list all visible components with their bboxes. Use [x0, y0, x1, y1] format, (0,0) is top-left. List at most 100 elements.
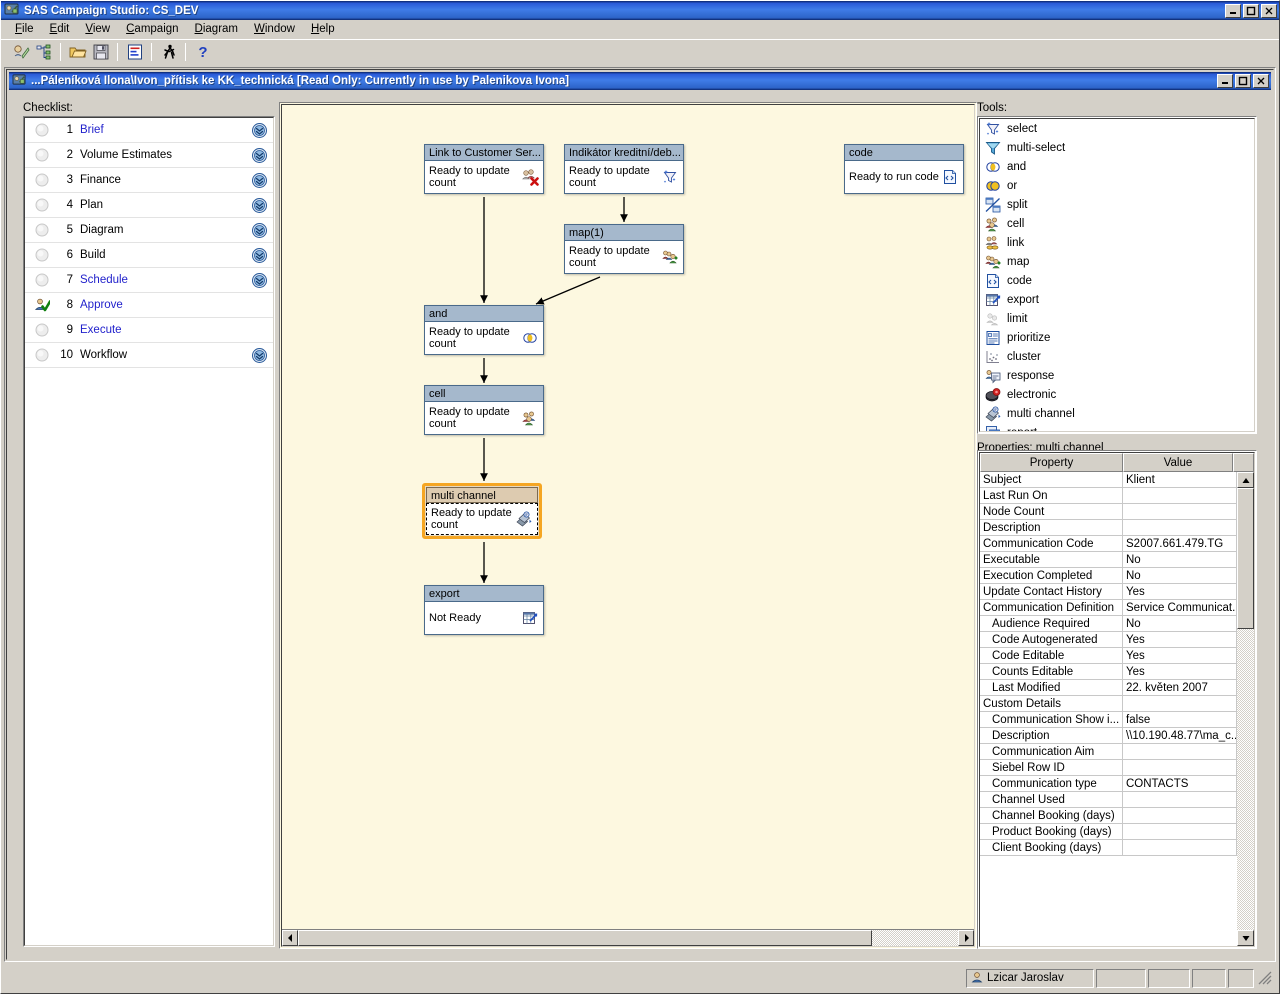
tool-item-select[interactable]: select: [980, 119, 1254, 138]
child-maximize-button[interactable]: [1235, 74, 1251, 88]
property-value[interactable]: S2007.661.479.TG: [1123, 536, 1237, 551]
property-row[interactable]: Communication Code S2007.661.479.TG: [980, 536, 1237, 552]
open-folder-icon[interactable]: [66, 41, 89, 63]
checklist-item-schedule[interactable]: 7 Schedule: [25, 268, 273, 293]
diagram-node-mchan[interactable]: multi channel Ready to update count: [422, 483, 542, 539]
property-value[interactable]: [1123, 488, 1237, 503]
checklist-item-plan[interactable]: 4 Plan: [25, 193, 273, 218]
diagram-node-map1[interactable]: map(1) Ready to update count: [564, 224, 684, 274]
property-row[interactable]: Audience Required No: [980, 616, 1237, 632]
property-row[interactable]: Code Autogenerated Yes: [980, 632, 1237, 648]
property-row[interactable]: Last Run On: [980, 488, 1237, 504]
property-row[interactable]: Description \\10.190.48.77\ma_c...: [980, 728, 1237, 744]
menu-window[interactable]: Window: [246, 21, 303, 37]
column-header-value[interactable]: Value: [1123, 453, 1233, 472]
tool-item-cluster[interactable]: cluster: [980, 347, 1254, 366]
scroll-up-arrow-icon[interactable]: [1237, 472, 1254, 488]
properties-icon[interactable]: [123, 41, 146, 63]
maximize-button[interactable]: [1243, 3, 1259, 18]
property-value[interactable]: Service Communicat...: [1123, 600, 1237, 615]
menu-help[interactable]: Help: [303, 21, 343, 37]
property-value[interactable]: CONTACTS: [1123, 776, 1237, 791]
property-row[interactable]: Code Editable Yes: [980, 648, 1237, 664]
properties-vscrollbar[interactable]: [1237, 472, 1254, 946]
menu-campaign[interactable]: Campaign: [118, 21, 186, 37]
save-icon[interactable]: [89, 41, 112, 63]
property-value[interactable]: [1123, 744, 1237, 759]
property-value[interactable]: [1123, 840, 1237, 855]
diagram-node-link[interactable]: Link to Customer Ser... Ready to update c…: [424, 144, 544, 194]
property-row[interactable]: Counts Editable Yes: [980, 664, 1237, 680]
tool-item-code[interactable]: code: [980, 271, 1254, 290]
scroll-down-arrow-icon[interactable]: [1237, 930, 1254, 946]
checklist-item-finance[interactable]: 3 Finance: [25, 168, 273, 193]
tool-item-link[interactable]: link: [980, 233, 1254, 252]
tool-item-report[interactable]: report: [980, 423, 1254, 431]
property-value[interactable]: [1123, 760, 1237, 775]
tool-item-cell[interactable]: cell: [980, 214, 1254, 233]
diagram-hscrollbar[interactable]: [282, 929, 974, 946]
child-minimize-button[interactable]: [1217, 74, 1233, 88]
property-row[interactable]: Update Contact History Yes: [980, 584, 1237, 600]
property-row[interactable]: Subject Klient: [980, 472, 1237, 488]
property-value[interactable]: Yes: [1123, 648, 1237, 663]
tool-item-prioritize[interactable]: prioritize: [980, 328, 1254, 347]
tool-item-map[interactable]: map: [980, 252, 1254, 271]
property-value[interactable]: Yes: [1123, 632, 1237, 647]
chevron-down-icon[interactable]: [250, 122, 268, 138]
checklist-item-diagram[interactable]: 5 Diagram: [25, 218, 273, 243]
checklist-item-volume-estimates[interactable]: 2 Volume Estimates: [25, 143, 273, 168]
property-row[interactable]: Client Booking (days): [980, 840, 1237, 856]
checklist-item-brief[interactable]: 1 Brief: [25, 118, 273, 143]
checklist-item-label[interactable]: Schedule: [80, 274, 250, 286]
property-row[interactable]: Channel Booking (days): [980, 808, 1237, 824]
tool-item-multi-select[interactable]: multi-select: [980, 138, 1254, 157]
tool-item-or[interactable]: or: [980, 176, 1254, 195]
chevron-down-icon[interactable]: [250, 247, 268, 263]
properties-table[interactable]: Subject Klient Last Run On Node Count Descri…: [980, 472, 1237, 946]
checklist-item-label[interactable]: Approve: [80, 299, 250, 311]
property-row[interactable]: Product Booking (days): [980, 824, 1237, 840]
checklist-list[interactable]: 1 Brief 2 Volume Estimates 3 Finance 4 Plan 5 Dia…: [24, 117, 274, 946]
diagram-node-export[interactable]: export Not Ready: [424, 585, 544, 635]
tool-item-electronic[interactable]: electronic: [980, 385, 1254, 404]
property-row[interactable]: Last Modified 22. květen 2007: [980, 680, 1237, 696]
chevron-down-icon[interactable]: [250, 347, 268, 363]
chevron-down-icon[interactable]: [250, 147, 268, 163]
property-value[interactable]: Klient: [1123, 472, 1237, 487]
property-value[interactable]: No: [1123, 568, 1237, 583]
property-row[interactable]: Communication Definition Service Communic…: [980, 600, 1237, 616]
help-icon[interactable]: ?: [191, 41, 214, 63]
checklist-item-label[interactable]: Execute: [80, 324, 250, 336]
scroll-right-arrow-icon[interactable]: [958, 930, 974, 946]
property-value[interactable]: false: [1123, 712, 1237, 727]
tool-item-export[interactable]: export: [980, 290, 1254, 309]
property-value[interactable]: 22. květen 2007: [1123, 680, 1237, 695]
property-row[interactable]: Executable No: [980, 552, 1237, 568]
diagram-node-code[interactable]: code Ready to run code: [844, 144, 964, 194]
tool-item-split[interactable]: split: [980, 195, 1254, 214]
tool-item-multi-channel[interactable]: multi channel: [980, 404, 1254, 423]
resize-grip-icon[interactable]: [1258, 971, 1272, 985]
chevron-down-icon[interactable]: [250, 272, 268, 288]
tools-list[interactable]: select multi-select and or split cell link map c…: [979, 118, 1255, 432]
menu-file[interactable]: File: [7, 21, 42, 37]
property-value[interactable]: [1123, 520, 1237, 535]
property-value[interactable]: Yes: [1123, 584, 1237, 599]
tool-item-response[interactable]: response: [980, 366, 1254, 385]
property-value[interactable]: No: [1123, 552, 1237, 567]
new-campaign-icon[interactable]: [9, 41, 32, 63]
tool-item-limit[interactable]: limit: [980, 309, 1254, 328]
property-value[interactable]: No: [1123, 616, 1237, 631]
property-row[interactable]: Description: [980, 520, 1237, 536]
tool-item-and[interactable]: and: [980, 157, 1254, 176]
property-row[interactable]: Execution Completed No: [980, 568, 1237, 584]
chevron-down-icon[interactable]: [250, 197, 268, 213]
property-row[interactable]: Custom Details: [980, 696, 1237, 712]
property-row[interactable]: Channel Used: [980, 792, 1237, 808]
checklist-item-build[interactable]: 6 Build: [25, 243, 273, 268]
menu-view[interactable]: View: [77, 21, 118, 37]
property-row[interactable]: Communication Aim: [980, 744, 1237, 760]
menu-diagram[interactable]: Diagram: [187, 21, 246, 37]
checklist-item-workflow[interactable]: 10 Workflow: [25, 343, 273, 368]
